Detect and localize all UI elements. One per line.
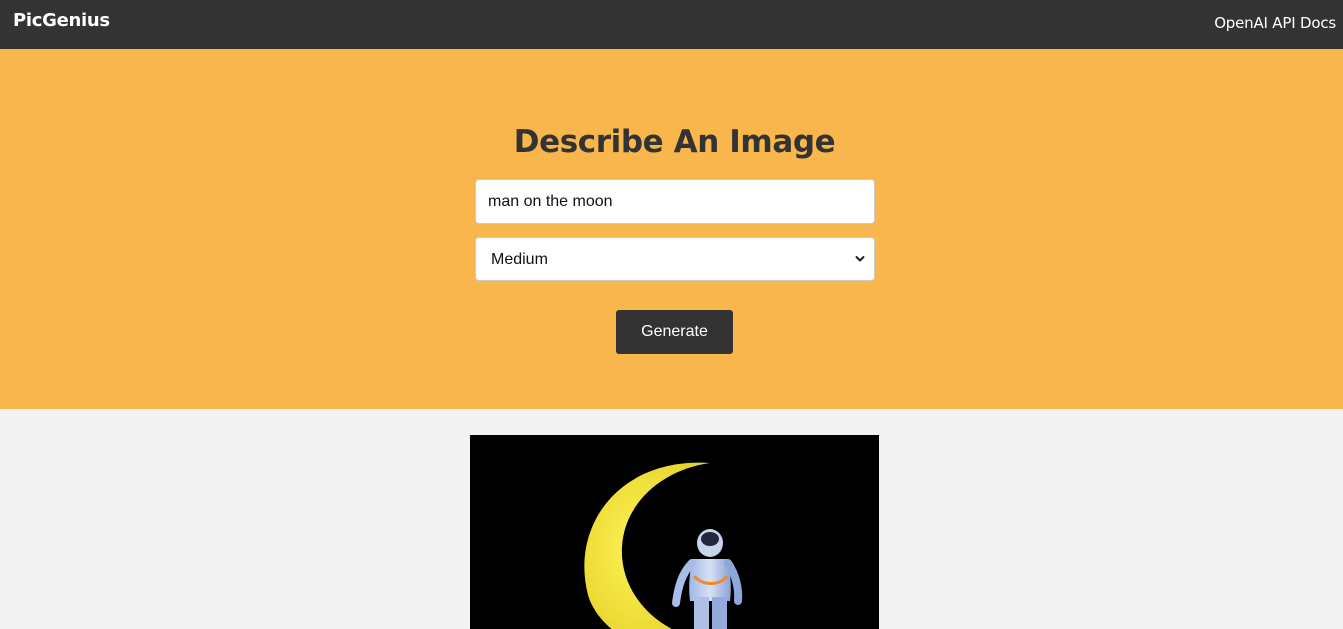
generated-image-art	[470, 435, 879, 629]
chevron-down-icon	[855, 256, 865, 262]
openai-api-docs-link[interactable]: OpenAI API Docs	[1214, 14, 1336, 32]
logo[interactable]: PicGenius	[13, 11, 110, 31]
navbar: PicGenius OpenAI API Docs	[0, 0, 1343, 49]
generate-button[interactable]: Generate	[616, 310, 733, 354]
size-select-value: Medium	[491, 251, 548, 268]
hero-section: Describe An Image Medium Generate	[0, 49, 1343, 409]
generated-image	[470, 435, 879, 629]
page-title: Describe An Image	[513, 124, 836, 160]
size-select[interactable]: Medium	[475, 237, 875, 281]
prompt-input[interactable]	[475, 179, 875, 224]
